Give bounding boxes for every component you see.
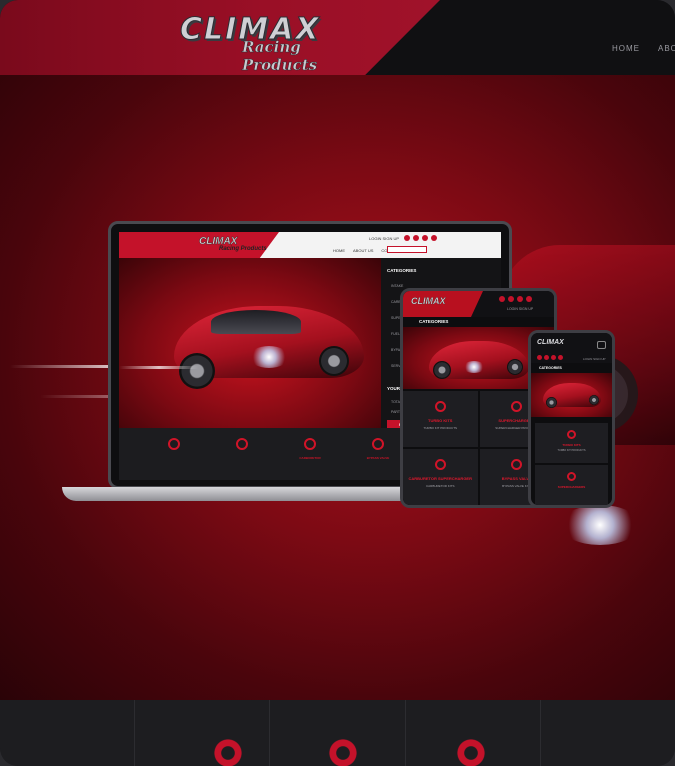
- laptop-nav-about[interactable]: ABOUT US: [353, 248, 373, 253]
- phone-hero: [531, 373, 612, 417]
- car-wheel: [319, 346, 349, 376]
- youtube-icon[interactable]: [558, 355, 563, 360]
- brand-logo[interactable]: CLIMAX Racing Products: [180, 12, 380, 75]
- category-tile[interactable]: CARBURETOR: [285, 438, 335, 480]
- facebook-icon[interactable]: [537, 355, 542, 360]
- showcase-frame: CLIMAX Racing Products HOME ABOUT US CLI…: [0, 0, 675, 766]
- phone-header: CLIMAX LOGIN SIGN UP: [531, 333, 612, 363]
- car-wheel: [507, 359, 523, 375]
- headlight-glow: [249, 346, 289, 368]
- turbo-icon: [168, 438, 180, 450]
- bottom-column[interactable]: [135, 700, 271, 766]
- bottom-column[interactable]: [270, 700, 406, 766]
- facebook-icon[interactable]: [499, 296, 505, 302]
- bottom-column[interactable]: [406, 700, 541, 766]
- car-wheel: [589, 395, 599, 405]
- category-tile[interactable]: SUPERCHARGERS: [535, 465, 608, 505]
- supercharger-icon: [328, 738, 359, 766]
- laptop-login-link[interactable]: LOGIN SIGN UP: [369, 236, 399, 241]
- car-windshield: [211, 310, 301, 334]
- car-wheel: [179, 353, 215, 389]
- sidebar-item[interactable]: INTAKE: [391, 284, 403, 288]
- sidebar-title: CATEGORIES: [387, 268, 417, 273]
- supercharger-icon: [511, 401, 523, 412]
- laptop-site-header: CLIMAX Racing Products LOGIN SIGN UP HOM…: [119, 232, 501, 258]
- phone-login-link[interactable]: LOGIN SIGN UP: [583, 357, 606, 361]
- nav-about[interactable]: ABOUT US: [658, 44, 675, 53]
- bottom-category-strip: [0, 700, 675, 766]
- bottom-column: [541, 700, 675, 766]
- tablet-logo[interactable]: CLIMAX: [411, 296, 446, 306]
- laptop-social-icons: [404, 235, 437, 241]
- site-header: CLIMAX Racing Products HOME ABOUT US: [0, 0, 675, 75]
- youtube-icon[interactable]: [526, 296, 532, 302]
- nav-home[interactable]: HOME: [612, 44, 640, 53]
- phone-categories-title[interactable]: CATEGORIES: [539, 366, 562, 370]
- logo-tagline: Racing Products: [242, 38, 318, 75]
- bypass-valve-icon: [372, 438, 384, 450]
- main-nav: HOME ABOUT US: [612, 44, 675, 53]
- twitter-icon[interactable]: [413, 235, 419, 241]
- tablet-social-icons: [499, 296, 532, 302]
- bottom-column: [0, 700, 136, 766]
- category-tile[interactable]: CARBURETOR SUPERCHARGER CARBURETOR KITS: [403, 449, 478, 505]
- tablet-login-link[interactable]: LOGIN SIGN UP: [507, 307, 533, 311]
- phone-mockup: CLIMAX LOGIN SIGN UP CATEGORIES TURBO KI…: [528, 330, 615, 508]
- headlight-glow: [463, 361, 485, 373]
- category-tile[interactable]: TURBO KITS TURBO KIT PRODUCTS: [403, 391, 478, 447]
- supercharger-icon: [236, 438, 248, 450]
- car-wheel: [433, 361, 451, 379]
- category-tile[interactable]: BYPASS VALVE: [353, 438, 403, 480]
- laptop-logo-tagline: Racing Products: [219, 246, 267, 252]
- laptop-search-input[interactable]: [387, 246, 427, 253]
- blower-icon: [455, 738, 486, 766]
- category-tile[interactable]: TURBO KITS TURBO KIT PRODUCTS: [535, 423, 608, 463]
- twitter-icon[interactable]: [508, 296, 514, 302]
- hamburger-menu-icon[interactable]: [597, 341, 606, 349]
- phone-social-icons: [537, 355, 563, 360]
- instagram-icon[interactable]: [422, 235, 428, 241]
- facebook-icon[interactable]: [404, 235, 410, 241]
- category-tile[interactable]: [217, 438, 267, 480]
- carburetor-icon: [304, 438, 316, 450]
- car-wheel: [546, 397, 557, 408]
- tablet-header: CLIMAX LOGIN SIGN UP: [403, 291, 554, 317]
- youtube-icon[interactable]: [431, 235, 437, 241]
- twitter-icon[interactable]: [544, 355, 549, 360]
- phone-logo[interactable]: CLIMAX: [537, 339, 564, 346]
- instagram-icon[interactable]: [551, 355, 556, 360]
- turbo-icon: [213, 738, 244, 766]
- carburetor-icon: [434, 459, 446, 470]
- headlight-glow: [560, 505, 640, 545]
- bypass-valve-icon: [511, 459, 523, 470]
- category-tile[interactable]: [149, 438, 199, 480]
- turbo-icon: [434, 401, 446, 412]
- tablet-categories-title[interactable]: CATEGORIES: [419, 319, 448, 324]
- turbo-icon: [567, 430, 576, 439]
- instagram-icon[interactable]: [517, 296, 523, 302]
- laptop-nav-home[interactable]: HOME: [333, 248, 345, 253]
- supercharger-icon: [567, 472, 576, 481]
- light-streak: [119, 366, 199, 369]
- laptop-hero: [119, 258, 381, 428]
